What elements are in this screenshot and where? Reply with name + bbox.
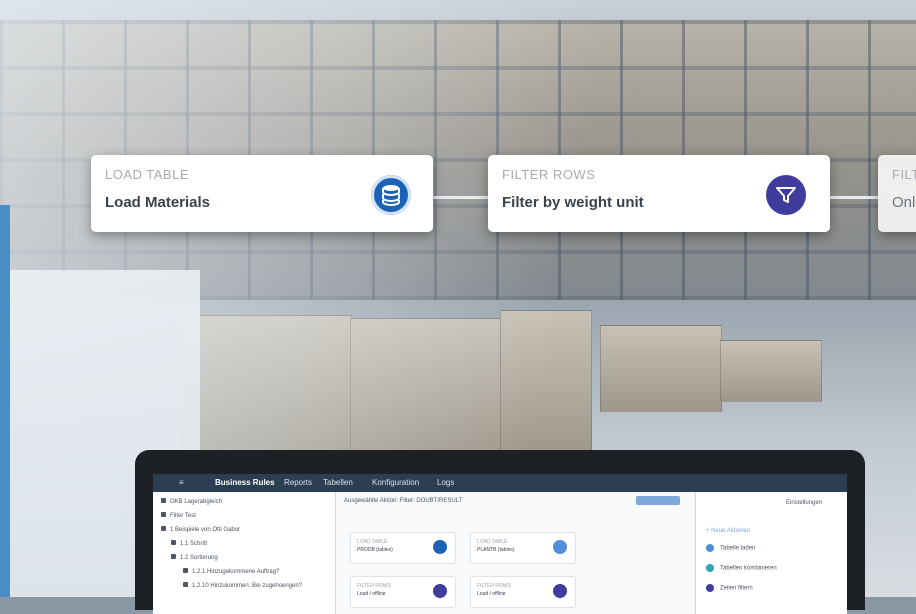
action-label: Tabellen kombinieren bbox=[720, 565, 777, 572]
mini-card-kind: FILTER ROWS bbox=[357, 583, 391, 589]
mini-card-title: Load / offline bbox=[357, 591, 386, 597]
tree-item[interactable]: Filter Test bbox=[161, 512, 196, 519]
nav-item-konfiguration[interactable]: Konfiguration bbox=[372, 478, 419, 487]
mini-card-kind: FILTER ROWS bbox=[477, 583, 511, 589]
tree-item[interactable]: 1.2 Sortierung bbox=[171, 554, 218, 561]
rules-sidebar: OKB Lagerabgleich Filter Test 1 Beispiel… bbox=[153, 492, 336, 614]
mini-card-kind: LOAD TABLE bbox=[357, 539, 388, 545]
file-icon bbox=[183, 582, 188, 587]
tree-item-label: Filter Test bbox=[170, 513, 196, 519]
action-item[interactable]: Zeilen filtern bbox=[706, 584, 753, 592]
card-title: Onl bbox=[892, 194, 916, 211]
card-kind-label: FILT bbox=[892, 167, 916, 182]
combine-icon bbox=[706, 564, 714, 572]
tree-item-label: 1.2.1 Hinzugekommene Auftrag? bbox=[192, 569, 280, 575]
file-icon bbox=[183, 568, 188, 573]
nav-item-logs[interactable]: Logs bbox=[437, 478, 454, 487]
folder-icon bbox=[161, 526, 166, 531]
tree-item[interactable]: 1.2.10 Hinzukommen: Bei zugehoerigen? bbox=[183, 582, 302, 589]
tree-item-label: 1.1 Schritt bbox=[180, 541, 208, 547]
nav-item-tabellen[interactable]: Tabellen bbox=[323, 478, 353, 487]
folder-icon bbox=[161, 512, 166, 517]
action-label: Tabelle laden bbox=[720, 545, 756, 552]
tree-item[interactable]: 1.1 Schritt bbox=[171, 540, 207, 547]
card-title: Load Materials bbox=[105, 194, 211, 211]
rule-canvas: Ausgewählte Aktion: Filter: DOUBT/RESULT… bbox=[336, 492, 694, 614]
app-top-nav: ≡ Business Rules Reports Tabellen Konfig… bbox=[153, 474, 847, 492]
card-kind-label: FILTER ROWS bbox=[502, 167, 596, 182]
nav-item-business-rules[interactable]: Business Rules bbox=[215, 478, 275, 487]
action-item[interactable]: Tabellen kombinieren bbox=[706, 564, 777, 572]
database-icon bbox=[553, 540, 567, 554]
tree-item-label: OKB Lagerabgleich bbox=[170, 499, 223, 505]
folder-icon bbox=[171, 540, 176, 545]
card-kind-label: LOAD TABLE bbox=[105, 167, 189, 182]
tree-item[interactable]: 1.2.1 Hinzugekommene Auftrag? bbox=[183, 568, 279, 575]
filter-icon bbox=[553, 584, 567, 598]
database-icon bbox=[706, 544, 714, 552]
action-item[interactable]: Tabelle laden bbox=[706, 544, 755, 552]
panel-section-label: + Neue Aktionen bbox=[706, 528, 751, 534]
run-button[interactable] bbox=[636, 496, 680, 505]
panel-title: Einstellungen bbox=[786, 500, 823, 506]
pipeline-card-filter-rows[interactable]: FILTER ROWS Filter by weight unit bbox=[488, 155, 830, 232]
mini-card-title: PLANTB (tables) bbox=[477, 547, 515, 553]
mini-pipeline-card[interactable]: FILTER ROWS Load / offline bbox=[470, 576, 576, 608]
mini-card-title: PRODB (tables) bbox=[357, 547, 393, 553]
filter-icon bbox=[433, 584, 447, 598]
action-label: Zeilen filtern bbox=[720, 585, 753, 592]
laptop-frame: ≡ Business Rules Reports Tabellen Konfig… bbox=[135, 450, 865, 614]
menu-icon[interactable]: ≡ bbox=[179, 478, 184, 487]
actions-panel: Einstellungen + Neue Aktionen Tabelle la… bbox=[695, 492, 847, 614]
mini-card-kind: LOAD TABLE bbox=[477, 539, 508, 545]
filter-icon bbox=[766, 175, 806, 215]
folder-icon bbox=[171, 554, 176, 559]
tree-item-label: 1.2 Sortierung bbox=[180, 555, 218, 561]
mini-card-title: Load / offline bbox=[477, 591, 506, 597]
laptop-screen: ≡ Business Rules Reports Tabellen Konfig… bbox=[153, 474, 847, 614]
pipeline-connector bbox=[432, 196, 490, 199]
tree-item-label: 1.2.10 Hinzukommen: Bei zugehoerigen? bbox=[192, 583, 303, 589]
card-title: Filter by weight unit bbox=[502, 194, 644, 211]
canvas-header: Ausgewählte Aktion: Filter: DOUBT/RESULT bbox=[344, 498, 463, 504]
mini-pipeline-card[interactable]: LOAD TABLE PLANTB (tables) bbox=[470, 532, 576, 564]
tree-item[interactable]: OKB Lagerabgleich bbox=[161, 498, 222, 505]
database-icon bbox=[371, 175, 411, 215]
tree-item[interactable]: 1 Beispiele von Otti Gabor bbox=[161, 526, 240, 533]
pipeline-card-load-table[interactable]: LOAD TABLE Load Materials bbox=[91, 155, 433, 232]
pipeline-card-filter-partial[interactable]: FILT Onl bbox=[878, 155, 916, 232]
nav-item-reports[interactable]: Reports bbox=[284, 478, 312, 487]
mini-pipeline-card[interactable]: FILTER ROWS Load / offline bbox=[350, 576, 456, 608]
blue-accent-band bbox=[0, 205, 10, 597]
tree-item-label: 1 Beispiele von Otti Gabor bbox=[170, 527, 241, 533]
mini-pipeline-card[interactable]: LOAD TABLE PRODB (tables) bbox=[350, 532, 456, 564]
folder-icon bbox=[161, 498, 166, 503]
database-icon bbox=[433, 540, 447, 554]
pipeline-connector bbox=[828, 196, 880, 199]
filter-icon bbox=[706, 584, 714, 592]
